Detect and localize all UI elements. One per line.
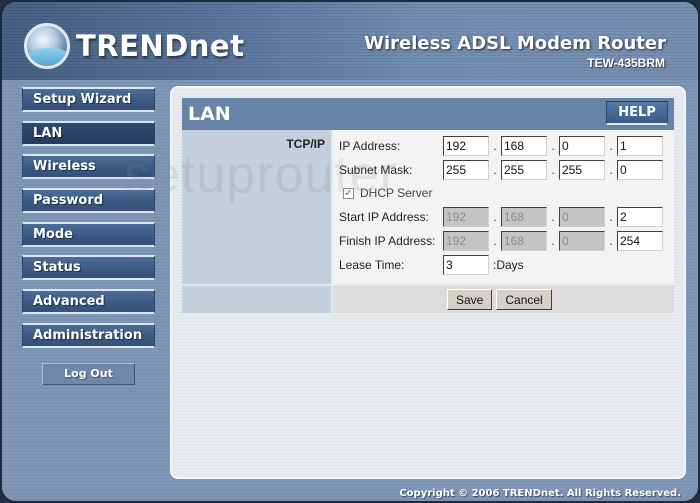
sidebar-item-lan[interactable]: LAN (22, 120, 155, 146)
finish-ip-label: Finish IP Address: (339, 234, 436, 248)
section-label-tcpip: TCP/IP (286, 137, 325, 151)
section-label-cell: TCP/IP (182, 130, 331, 284)
lease-time-label: Lease Time: (339, 258, 405, 272)
subnet-mask-octet-4[interactable] (617, 160, 663, 180)
sidebar-item-advanced[interactable]: Advanced (22, 289, 155, 315)
sidebar-item-password[interactable]: Password (22, 188, 155, 214)
start-ip-octet-4[interactable] (617, 207, 663, 227)
subnet-mask-label: Subnet Mask: (339, 163, 413, 177)
page-title: LAN (188, 103, 231, 125)
panel-header: LAN HELP (182, 98, 674, 130)
start-ip-octet-3 (559, 207, 605, 227)
trendnet-orb-icon (24, 23, 70, 69)
finish-ip-octet-2 (501, 231, 547, 251)
brand-logo: TRENDnet (24, 23, 244, 69)
product-model: TEW-435BRM (587, 56, 665, 70)
sidebar-item-setup-wizard[interactable]: Setup Wizard (22, 87, 155, 112)
sidebar-item-administration[interactable]: Administration (22, 322, 155, 348)
finish-ip-octet-3 (559, 231, 605, 251)
settings-fields: IP Address: . . . Subnet Mask: . . (333, 130, 674, 284)
subnet-mask-octet-2[interactable] (501, 160, 547, 180)
ip-address-row: IP Address: . . . (339, 135, 663, 157)
save-button[interactable]: Save (447, 289, 493, 310)
start-ip-label: Start IP Address: (339, 210, 429, 224)
lan-settings-form: TCP/IP IP Address: . . . Subnet Mask: (182, 130, 674, 313)
copyright: Copyright © 2006 TRENDnet. All Rights Re… (399, 488, 681, 499)
subnet-mask-octet-1[interactable] (443, 160, 489, 180)
ip-address-octet-3[interactable] (559, 136, 605, 156)
ip-address-octet-1[interactable] (443, 136, 489, 156)
lease-time-row: Lease Time: :Days (339, 254, 524, 276)
sidebar-item-mode[interactable]: Mode (22, 221, 155, 247)
form-actions: Save Cancel (333, 286, 674, 313)
lease-time-unit: :Days (493, 258, 524, 272)
header: TRENDnet Wireless ADSL Modem Router TEW-… (2, 2, 698, 80)
cancel-button[interactable]: Cancel (496, 289, 552, 310)
footer-label-cell (182, 286, 331, 313)
dhcp-server-row: ✓ DHCP Server (339, 182, 432, 204)
dhcp-server-label: DHCP Server (360, 186, 433, 200)
sidebar-item-status[interactable]: Status (22, 255, 155, 281)
sidebar-nav: Setup Wizard LAN Wireless Password Mode … (22, 87, 156, 357)
subnet-mask-row: Subnet Mask: . . . (339, 159, 663, 181)
finish-ip-octet-4[interactable] (617, 231, 663, 251)
finish-ip-row: Finish IP Address: . . . (339, 230, 663, 252)
logout-button[interactable]: Log Out (42, 363, 135, 385)
ip-address-label: IP Address: (339, 139, 401, 153)
lease-time-input[interactable] (443, 255, 489, 275)
brand-name: TRENDnet (76, 29, 245, 63)
finish-ip-octet-1 (443, 231, 489, 251)
start-ip-octet-1 (443, 207, 489, 227)
start-ip-row: Start IP Address: . . . (339, 206, 663, 228)
router-admin-frame: TRENDnet Wireless ADSL Modem Router TEW-… (0, 0, 700, 503)
ip-address-octet-4[interactable] (617, 136, 663, 156)
start-ip-octet-2 (501, 207, 547, 227)
sidebar-item-wireless[interactable]: Wireless (22, 154, 155, 180)
ip-address-octet-2[interactable] (501, 136, 547, 156)
help-button[interactable]: HELP (606, 101, 668, 125)
dhcp-server-checkbox[interactable]: ✓ (343, 187, 354, 199)
subnet-mask-octet-3[interactable] (559, 160, 605, 180)
product-title: Wireless ADSL Modem Router (364, 33, 666, 54)
content-panel: LAN HELP TCP/IP IP Address: . . . (170, 86, 686, 479)
